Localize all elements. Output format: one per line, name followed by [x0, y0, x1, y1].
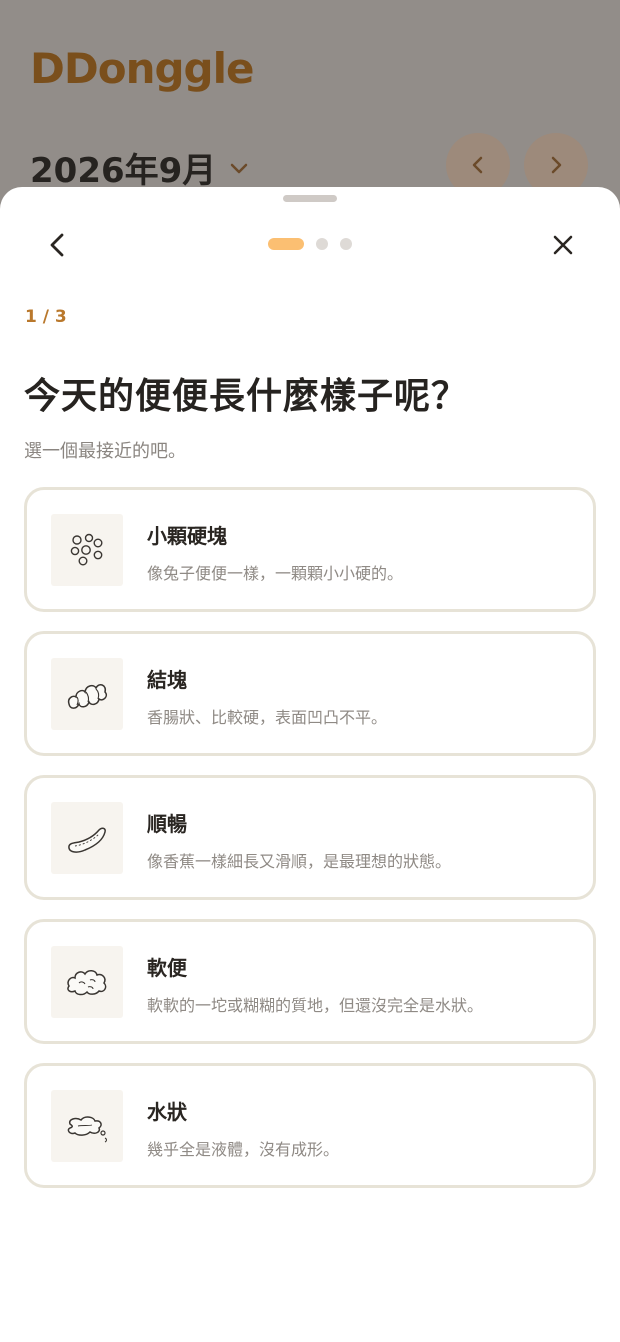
lumpy-sausage-icon	[67, 684, 108, 709]
calendar-screen-background: DDonggle 2026年9月	[0, 0, 620, 200]
option-description: 香腸狀、比較硬，表面凹凸不平。	[147, 708, 388, 727]
sheet-grabber[interactable]	[283, 195, 337, 202]
close-icon	[553, 235, 573, 255]
option-title: 順暢	[147, 812, 187, 836]
step-indicator: 1 / 3	[25, 307, 67, 327]
option-thumbnail	[51, 802, 123, 874]
pager-dots	[268, 238, 364, 250]
option-card-lumpy[interactable]: 結塊 香腸狀、比較硬，表面凹凸不平。	[24, 631, 596, 756]
option-card-watery[interactable]: 水狀 幾乎全是液體，沒有成形。	[24, 1063, 596, 1188]
small-pellets-icon	[70, 533, 103, 566]
chevron-right-icon	[551, 156, 562, 174]
pager-dot-active	[268, 238, 304, 250]
chevron-left-icon	[50, 233, 64, 257]
option-description: 像香蕉一樣細長又滑順，是最理想的狀態。	[147, 852, 452, 871]
option-title: 小顆硬塊	[147, 524, 227, 548]
option-card-soft[interactable]: 軟便 軟軟的一坨或糊糊的質地，但還沒完全是水狀。	[24, 919, 596, 1044]
month-selector[interactable]: 2026年9月	[30, 143, 250, 192]
option-thumbnail	[51, 946, 123, 1018]
option-title: 水狀	[147, 1100, 187, 1124]
question-hint: 選一個最接近的吧。	[24, 441, 186, 462]
option-card-small-pellets[interactable]: 小顆硬塊 像兔子便便一樣，一顆顆小小硬的。	[24, 487, 596, 612]
option-thumbnail	[51, 514, 123, 586]
option-description: 像兔子便便一樣，一顆顆小小硬的。	[147, 564, 404, 583]
app-logo: DDonggle	[30, 44, 254, 93]
soft-blob-icon	[67, 970, 107, 996]
stool-type-sheet: 1 / 3 今天的便便長什麼樣子呢？ 選一個最接近的吧。 小顆硬塊 像兔子便便一…	[0, 187, 620, 1342]
pager-dot	[316, 238, 328, 250]
option-thumbnail	[51, 658, 123, 730]
close-button[interactable]	[543, 225, 583, 265]
pager-dot	[340, 238, 352, 250]
back-button[interactable]	[38, 225, 78, 265]
option-title: 結塊	[147, 668, 187, 692]
option-description: 軟軟的一坨或糊糊的質地，但還沒完全是水狀。	[147, 996, 484, 1015]
smooth-banana-icon	[68, 827, 106, 853]
question-title: 今天的便便長什麼樣子呢？	[24, 376, 469, 417]
option-description: 幾乎全是液體，沒有成形。	[147, 1140, 340, 1159]
option-title: 軟便	[147, 956, 187, 980]
chevron-down-icon	[231, 163, 248, 173]
option-thumbnail	[51, 1090, 123, 1162]
chevron-left-icon	[472, 156, 483, 174]
option-card-smooth[interactable]: 順暢 像香蕉一樣細長又滑順，是最理想的狀態。	[24, 775, 596, 900]
watery-puddle-icon	[67, 1116, 107, 1143]
option-list: 小顆硬塊 像兔子便便一樣，一顆顆小小硬的。 結塊 香腸狀、比較硬，表面凹凸不平。…	[24, 487, 596, 1207]
month-title: 2026年9月	[30, 151, 217, 191]
